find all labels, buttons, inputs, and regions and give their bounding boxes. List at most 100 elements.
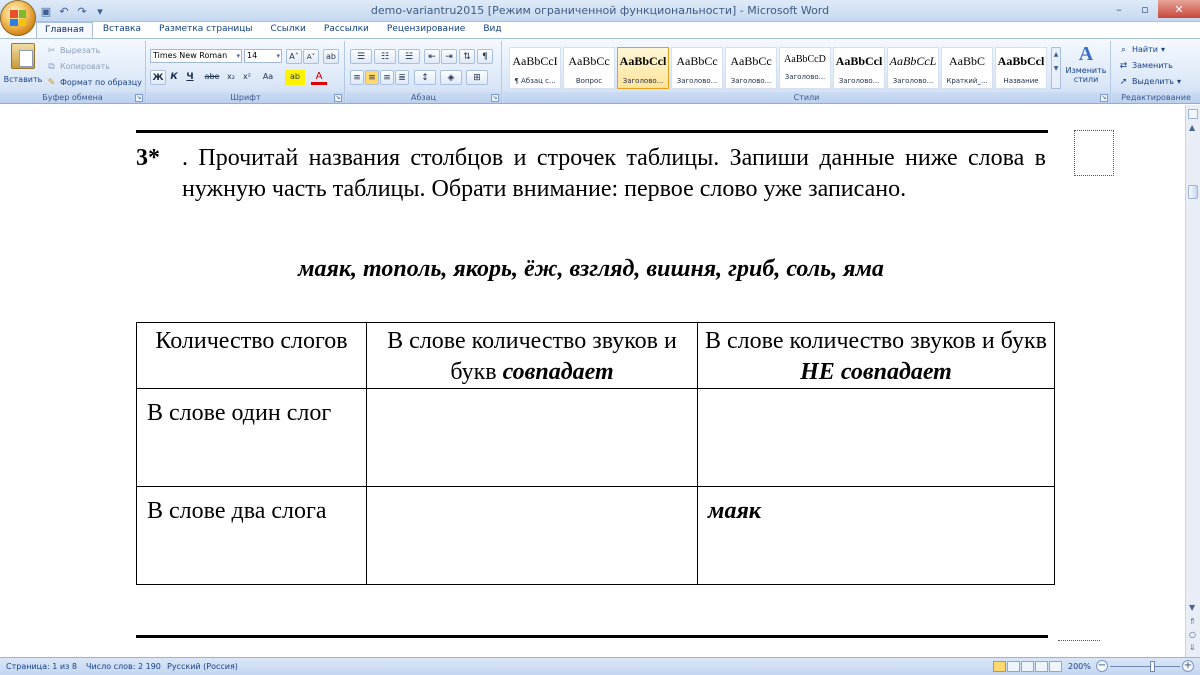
close-button[interactable]: ✕ bbox=[1158, 0, 1200, 18]
scroll-up-icon[interactable]: ▲ bbox=[1189, 123, 1195, 132]
nomatch-cell[interactable] bbox=[697, 388, 1055, 487]
word-list[interactable]: маяк, тополь, якорь, ёж, взгляд, вишня, … bbox=[136, 256, 1046, 283]
cut-button[interactable]: ✂ Вырезать bbox=[46, 45, 101, 56]
multilevel-list-button[interactable]: ☱ bbox=[398, 49, 420, 64]
change-styles-button[interactable]: A Изменить стили bbox=[1063, 43, 1109, 91]
numbering-button[interactable]: ☷ bbox=[374, 49, 396, 64]
style-item[interactable]: AaBbCcl Заголово... bbox=[833, 47, 885, 89]
strikethrough-button[interactable]: abe bbox=[202, 70, 222, 85]
show-marks-button[interactable]: ¶ bbox=[477, 49, 493, 64]
row-label: В слове один слог bbox=[147, 400, 332, 426]
increase-indent-button[interactable]: ⇥ bbox=[441, 49, 457, 64]
browse-object-icon[interactable]: ○ bbox=[1189, 630, 1196, 639]
zoom-out-icon[interactable]: − bbox=[1096, 660, 1108, 672]
style-item[interactable]: AaBbC Краткий_... bbox=[941, 47, 993, 89]
match-cell[interactable] bbox=[366, 388, 698, 487]
next-page-icon[interactable]: ⇓ bbox=[1189, 643, 1196, 652]
header-match[interactable]: В слове количество звуков и букв совпада… bbox=[366, 322, 698, 389]
zoom-slider-thumb[interactable] bbox=[1150, 661, 1155, 672]
tab-references[interactable]: Ссылки bbox=[263, 22, 314, 38]
clipboard-launcher-icon[interactable]: ↘ bbox=[135, 94, 143, 102]
style-name: Заголово... bbox=[622, 77, 664, 85]
shrink-font-button[interactable]: A˅ bbox=[303, 49, 319, 64]
tab-view[interactable]: Вид bbox=[475, 22, 509, 38]
language-indicator[interactable]: Русский (Россия) bbox=[167, 662, 238, 671]
header-syllables[interactable]: Количество слогов bbox=[136, 322, 367, 389]
header-nomatch[interactable]: В слове количество звуков и букв НЕ совп… bbox=[697, 322, 1055, 389]
style-item[interactable]: AaBbCcl Заголово... bbox=[617, 47, 669, 89]
style-item[interactable]: AaBbCc Заголово... bbox=[671, 47, 723, 89]
vertical-scrollbar[interactable]: ▲ ▼ ⇑ ○ ⇓ bbox=[1185, 105, 1200, 657]
outline-view-icon[interactable] bbox=[1035, 661, 1048, 672]
ruler-toggle-icon[interactable] bbox=[1188, 109, 1198, 119]
align-center-button[interactable]: ≡ bbox=[365, 70, 379, 85]
align-left-button[interactable]: ≡ bbox=[350, 70, 364, 85]
style-item[interactable]: AaBbCcL Заголово... bbox=[887, 47, 939, 89]
styles-gallery-scroll[interactable]: ▲ ▼ bbox=[1051, 47, 1061, 89]
font-launcher-icon[interactable]: ↘ bbox=[334, 94, 342, 102]
sort-button[interactable]: ⇅ bbox=[459, 49, 475, 64]
style-item[interactable]: AaBbCc Вопрос bbox=[563, 47, 615, 89]
document-page[interactable]: 3* . Прочитай названия столбцов и строче… bbox=[0, 105, 1185, 657]
paste-button[interactable]: Вставить bbox=[4, 43, 42, 89]
tab-page-layout[interactable]: Разметка страницы bbox=[151, 22, 261, 38]
grow-font-button[interactable]: A˄ bbox=[286, 49, 302, 64]
find-button[interactable]: ⌕ Найти ▾ bbox=[1118, 44, 1165, 55]
shading-button[interactable]: ◈ bbox=[440, 70, 462, 85]
styles-launcher-icon[interactable]: ↘ bbox=[1100, 94, 1108, 102]
tab-home[interactable]: Главная bbox=[36, 22, 93, 38]
maximize-button[interactable]: ▫ bbox=[1132, 0, 1158, 18]
decrease-indent-button[interactable]: ⇤ bbox=[424, 49, 440, 64]
full-screen-reading-icon[interactable] bbox=[1007, 661, 1020, 672]
underline-button[interactable]: Ч bbox=[182, 70, 198, 85]
superscript-button[interactable]: x² bbox=[240, 70, 254, 85]
scroll-down-icon[interactable]: ▼ bbox=[1189, 603, 1195, 612]
italic-button[interactable]: К bbox=[167, 70, 181, 85]
nomatch-cell[interactable]: маяк bbox=[697, 486, 1055, 585]
cursor-icon: ➚ bbox=[1119, 76, 1128, 87]
change-case-button[interactable]: Aa bbox=[257, 70, 279, 85]
style-item[interactable]: AaBbCcl Название bbox=[995, 47, 1047, 89]
row-label-cell[interactable]: В слове два слога bbox=[136, 486, 367, 585]
bullets-button[interactable]: ☰ bbox=[350, 49, 372, 64]
align-right-button[interactable]: ≡ bbox=[380, 70, 394, 85]
minimize-button[interactable]: – bbox=[1106, 0, 1132, 18]
tab-insert[interactable]: Вставка bbox=[95, 22, 149, 38]
highlight-button[interactable]: ab bbox=[285, 70, 305, 85]
style-item[interactable]: AaBbCcD Заголово... bbox=[779, 47, 831, 89]
tab-review[interactable]: Рецензирование bbox=[379, 22, 473, 38]
replace-button[interactable]: ⇄ Заменить bbox=[1118, 60, 1173, 71]
zoom-level[interactable]: 200% bbox=[1068, 662, 1091, 671]
web-layout-icon[interactable] bbox=[1021, 661, 1034, 672]
subscript-button[interactable]: x₂ bbox=[224, 70, 238, 85]
style-item[interactable]: AaBbCc Заголово... bbox=[725, 47, 777, 89]
line-spacing-icon: ↕ bbox=[421, 73, 429, 83]
tab-mailings[interactable]: Рассылки bbox=[316, 22, 377, 38]
task-paragraph[interactable]: 3* . Прочитай названия столбцов и строче… bbox=[136, 143, 1046, 205]
row-label-cell[interactable]: В слове один слог bbox=[136, 388, 367, 487]
select-button[interactable]: ➚ Выделить ▾ bbox=[1118, 76, 1181, 87]
zoom-in-icon[interactable]: + bbox=[1182, 660, 1194, 672]
bold-button[interactable]: Ж bbox=[150, 70, 166, 85]
clear-formatting-button[interactable]: ab bbox=[323, 49, 339, 64]
print-layout-icon[interactable] bbox=[993, 661, 1006, 672]
font-name-combo[interactable]: Times New Roman ▾ bbox=[150, 49, 242, 63]
copy-button[interactable]: ⧉ Копировать bbox=[46, 61, 110, 72]
draft-view-icon[interactable] bbox=[1049, 661, 1062, 672]
line-spacing-button[interactable]: ↕ bbox=[414, 70, 436, 85]
office-button[interactable] bbox=[0, 0, 36, 36]
paragraph-launcher-icon[interactable]: ↘ bbox=[491, 94, 499, 102]
match-cell[interactable] bbox=[366, 486, 698, 585]
font-size-combo[interactable]: 14 ▾ bbox=[244, 49, 282, 63]
page-indicator[interactable]: Страница: 1 из 8 bbox=[6, 662, 77, 671]
zoom-slider-track[interactable] bbox=[1110, 666, 1180, 667]
scroll-thumb[interactable] bbox=[1188, 185, 1198, 199]
style-sample: AaBbCc bbox=[676, 54, 718, 68]
format-painter-button[interactable]: ✎ Формат по образцу bbox=[46, 77, 142, 88]
style-item[interactable]: AaBbCcI ¶ Абзац с... bbox=[509, 47, 561, 89]
borders-button[interactable]: ⊞ bbox=[466, 70, 488, 85]
word-count[interactable]: Число слов: 2 190 bbox=[86, 662, 161, 671]
justify-button[interactable]: ≣ bbox=[395, 70, 409, 85]
previous-page-icon[interactable]: ⇑ bbox=[1189, 617, 1196, 626]
font-color-button[interactable]: A bbox=[311, 70, 327, 85]
